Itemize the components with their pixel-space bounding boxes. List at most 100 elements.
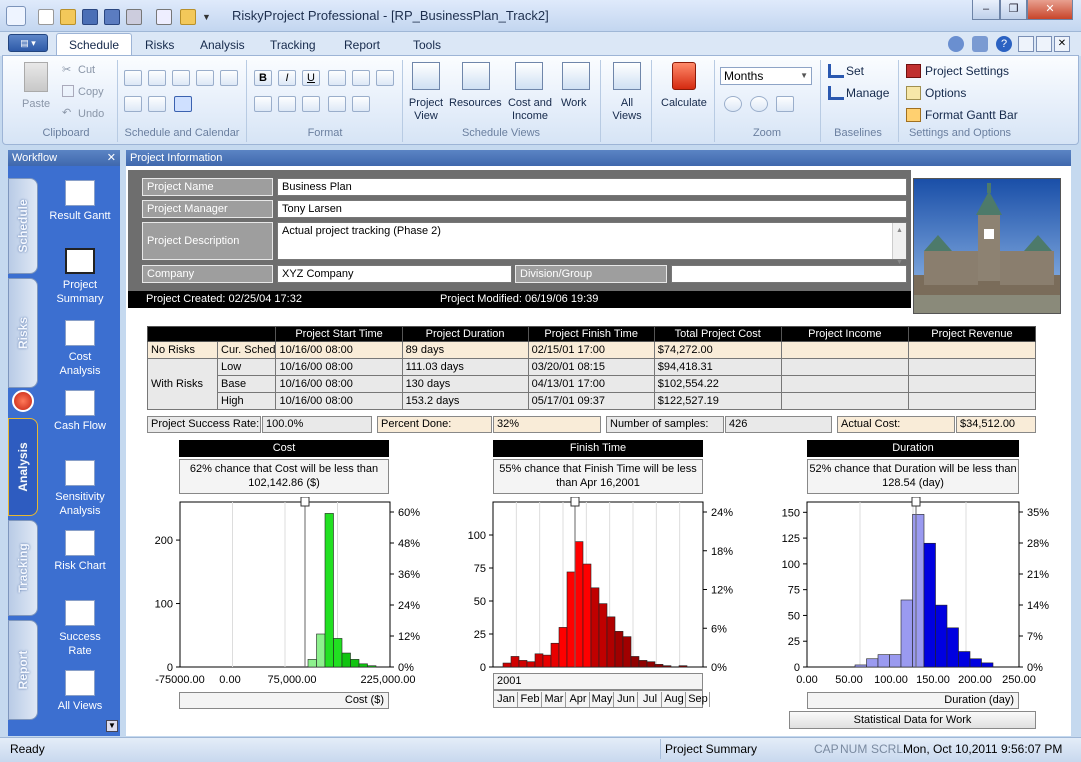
copy-button[interactable]: Copy xyxy=(78,86,104,98)
open-folder-icon[interactable] xyxy=(60,9,76,25)
work-icon[interactable] xyxy=(562,62,590,90)
doc-close-icon[interactable]: ✕ xyxy=(1054,36,1070,52)
cut-icon[interactable]: ✂ xyxy=(62,63,71,76)
zoom-in-icon[interactable] xyxy=(724,96,742,112)
cut-button[interactable]: Cut xyxy=(78,64,95,76)
italic-button[interactable]: I xyxy=(278,70,296,86)
workflow-close-icon[interactable]: ✕ xyxy=(107,150,116,166)
calculate-icon[interactable] xyxy=(672,62,696,90)
project-settings-button[interactable]: Project Settings xyxy=(925,64,1009,78)
tab-analysis[interactable]: Analysis xyxy=(188,34,257,56)
format-5-icon[interactable] xyxy=(352,96,370,112)
zoom-select[interactable]: Months ▼ xyxy=(720,67,812,85)
help-globe-icon[interactable] xyxy=(948,36,964,52)
doc-minimize-icon[interactable] xyxy=(1018,36,1034,52)
workflow-tab-analysis[interactable]: Analysis xyxy=(8,418,38,516)
workflow-item-risk-chart[interactable]: Risk Chart xyxy=(44,530,116,572)
format-4-icon[interactable] xyxy=(328,96,346,112)
project-name-field[interactable]: Business Plan xyxy=(277,178,907,196)
tab-schedule[interactable]: Schedule xyxy=(56,33,133,55)
minimize-button[interactable]: – xyxy=(972,0,1000,20)
workflow-item-cash-flow[interactable]: Cash Flow xyxy=(44,390,116,432)
workflow-item-result-gantt[interactable]: Result Gantt xyxy=(44,180,116,222)
office-menu-button[interactable]: ▤ ▾ xyxy=(8,34,48,52)
tab-tracking[interactable]: Tracking xyxy=(258,34,328,56)
set-baseline-icon[interactable] xyxy=(828,64,844,78)
indent-icon[interactable] xyxy=(124,70,142,86)
resources-button[interactable]: Resources xyxy=(449,97,502,109)
calculator-icon[interactable] xyxy=(12,390,34,412)
align-left-icon[interactable] xyxy=(328,70,346,86)
format-3-icon[interactable] xyxy=(302,96,320,112)
project-manager-field[interactable]: Tony Larsen xyxy=(277,200,907,218)
all-views-button[interactable]: All Views xyxy=(607,97,647,123)
tab-tools[interactable]: Tools xyxy=(401,34,453,56)
save-icon[interactable] xyxy=(82,9,98,25)
resources-icon[interactable] xyxy=(462,62,490,90)
undo-button[interactable]: Undo xyxy=(78,108,104,120)
set-baseline-button[interactable]: Set xyxy=(846,64,864,78)
project-settings-icon[interactable] xyxy=(906,64,921,78)
align-right-icon[interactable] xyxy=(376,70,394,86)
doc-restore-icon[interactable] xyxy=(1036,36,1052,52)
workflow-tab-schedule[interactable]: Schedule xyxy=(8,178,38,274)
print-preview-icon[interactable] xyxy=(156,9,172,25)
calendar-icon[interactable] xyxy=(174,96,192,112)
options-icon[interactable] xyxy=(906,86,921,100)
save-as-icon[interactable] xyxy=(104,9,120,25)
project-view-button[interactable]: Project View xyxy=(406,97,446,123)
calculate-button[interactable]: Calculate xyxy=(661,97,707,109)
folder-icon[interactable] xyxy=(180,9,196,25)
bold-button[interactable]: B xyxy=(254,70,272,86)
company-field[interactable]: XYZ Company xyxy=(277,265,512,283)
manage-baseline-icon[interactable] xyxy=(828,86,844,100)
project-description-field[interactable]: Actual project tracking (Phase 2) ▲ ▼ xyxy=(277,222,907,266)
underline-button[interactable]: U xyxy=(302,70,320,86)
link-icon[interactable] xyxy=(172,70,190,86)
network-icon[interactable] xyxy=(972,36,988,52)
restore-button[interactable]: ❐ xyxy=(1000,0,1027,20)
unlink-icon[interactable] xyxy=(196,70,214,86)
tab-risks[interactable]: Risks xyxy=(133,34,186,56)
format-gantt-icon[interactable] xyxy=(906,108,921,122)
move-left-icon[interactable] xyxy=(124,96,142,112)
workflow-item-cost-analysis[interactable]: Cost Analysis xyxy=(44,320,116,378)
split-icon[interactable] xyxy=(220,70,238,86)
new-icon[interactable] xyxy=(38,9,54,25)
app-icon[interactable] xyxy=(6,6,26,26)
copy-icon[interactable] xyxy=(62,85,74,97)
cost-income-icon[interactable] xyxy=(515,62,543,90)
workflow-tab-report[interactable]: Report xyxy=(8,620,38,720)
workflow-scroll-down-icon[interactable]: ▼ xyxy=(106,720,118,732)
help-icon[interactable]: ? xyxy=(996,36,1012,52)
manage-baseline-button[interactable]: Manage xyxy=(846,86,889,100)
format-gantt-button[interactable]: Format Gantt Bar xyxy=(925,108,1018,122)
outdent-icon[interactable] xyxy=(148,70,166,86)
print-icon[interactable] xyxy=(126,9,142,25)
quick-access-dropdown-icon[interactable]: ▼ xyxy=(202,12,211,22)
workflow-tab-tracking[interactable]: Tracking xyxy=(8,520,38,616)
workflow-item-project-summary[interactable]: Project Summary xyxy=(44,248,116,306)
paste-button[interactable]: Paste xyxy=(22,98,50,110)
all-views-icon[interactable] xyxy=(613,62,641,90)
move-right-icon[interactable] xyxy=(148,96,166,112)
workflow-item-all-views[interactable]: All Views xyxy=(44,670,116,712)
align-center-icon[interactable] xyxy=(352,70,370,86)
paste-icon[interactable] xyxy=(24,62,48,92)
cost-income-button[interactable]: Cost and Income xyxy=(504,97,556,123)
workflow-tab-risks[interactable]: Risks xyxy=(8,278,38,388)
workflow-item-success-rate[interactable]: Success Rate xyxy=(44,600,116,658)
workflow-item-sensitivity[interactable]: Sensitivity Analysis xyxy=(44,460,116,518)
undo-icon[interactable]: ↶ xyxy=(62,106,71,119)
options-button[interactable]: Options xyxy=(925,86,966,100)
work-button[interactable]: Work xyxy=(561,97,586,109)
statistical-data-button[interactable]: Statistical Data for Work xyxy=(789,711,1036,729)
division-field[interactable] xyxy=(671,265,907,283)
format-2-icon[interactable] xyxy=(278,96,296,112)
tab-report[interactable]: Report xyxy=(332,34,392,56)
zoom-fit-icon[interactable] xyxy=(776,96,794,112)
description-scrollbar[interactable]: ▲ ▼ xyxy=(892,223,906,266)
close-button[interactable]: ✕ xyxy=(1027,0,1073,20)
format-1-icon[interactable] xyxy=(254,96,272,112)
project-view-icon[interactable] xyxy=(412,62,440,90)
